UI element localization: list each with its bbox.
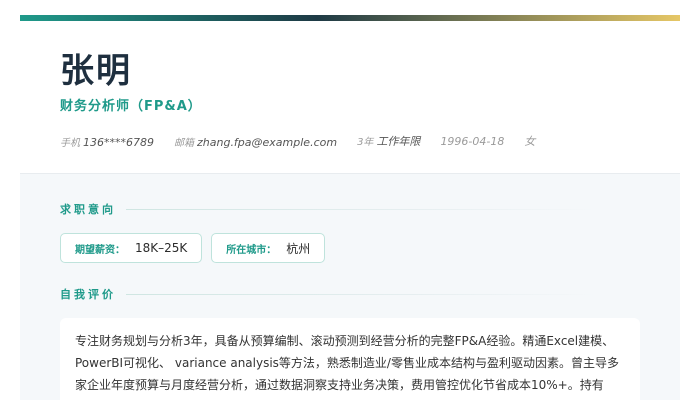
city-label: 所在城市： — [226, 244, 277, 256]
intention-pills: 期望薪资： 18K–25K 所在城市： 杭州 — [60, 233, 326, 263]
salary-label: 期望薪资： — [75, 244, 125, 256]
section-title-job-intention: 求职意向 — [60, 203, 116, 216]
candidate-name: 张明 — [60, 51, 132, 91]
contact-info-row: 手机 136****6789 邮箱 zhang.fpa@example.com 3年… — [60, 133, 535, 149]
section-self-evaluation: 自我评价 — [60, 286, 596, 302]
city-value: 杭州 — [286, 241, 311, 256]
resume-header: 张明 财务分析师（FP&A） 手机 136****6789 邮箱 zhang.fpa… — [20, 21, 680, 173]
resume-page: 张明 财务分析师（FP&A） 手机 136****6789 邮箱 zhang.fpa… — [0, 0, 700, 400]
self-evaluation-card: 专注财务规划与分析3年，具备从预算编制、滚动预测到经营分析的完整FP&A经验。精… — [60, 318, 640, 400]
section-divider — [126, 208, 596, 210]
section-job-intention: 求职意向 — [60, 201, 596, 217]
section-divider — [126, 293, 596, 295]
email-value[interactable]: zhang.fpa@example.com — [197, 136, 337, 149]
candidate-role: 财务分析师（FP&A） — [60, 99, 202, 114]
phone-label: 手机 — [60, 137, 80, 149]
experience-value: 3年 — [357, 137, 374, 148]
resume-body: 求职意向 期望薪资： 18K–25K 所在城市： 杭州 自我评价 专注财务规划与… — [20, 173, 680, 400]
gender: 女 — [524, 135, 536, 148]
experience-label: 工作年限 — [376, 135, 421, 148]
salary-value: 18K–25K — [135, 241, 188, 255]
birth-date: 1996-04-18 — [440, 134, 505, 148]
email-item: 邮箱 zhang.fpa@example.com — [174, 134, 337, 149]
phone-value[interactable]: 136****6789 — [83, 136, 154, 149]
phone-item: 手机 136****6789 — [60, 134, 154, 149]
salary-pill: 期望薪资： 18K–25K — [60, 233, 203, 263]
city-pill: 所在城市： 杭州 — [211, 233, 326, 263]
self-evaluation-text: 专注财务规划与分析3年，具备从预算编制、滚动预测到经营分析的完整FP&A经验。精… — [75, 334, 619, 392]
section-title-self-evaluation: 自我评价 — [60, 288, 116, 301]
experience-item: 3年 工作年限 — [357, 133, 420, 149]
email-label: 邮箱 — [174, 137, 194, 149]
